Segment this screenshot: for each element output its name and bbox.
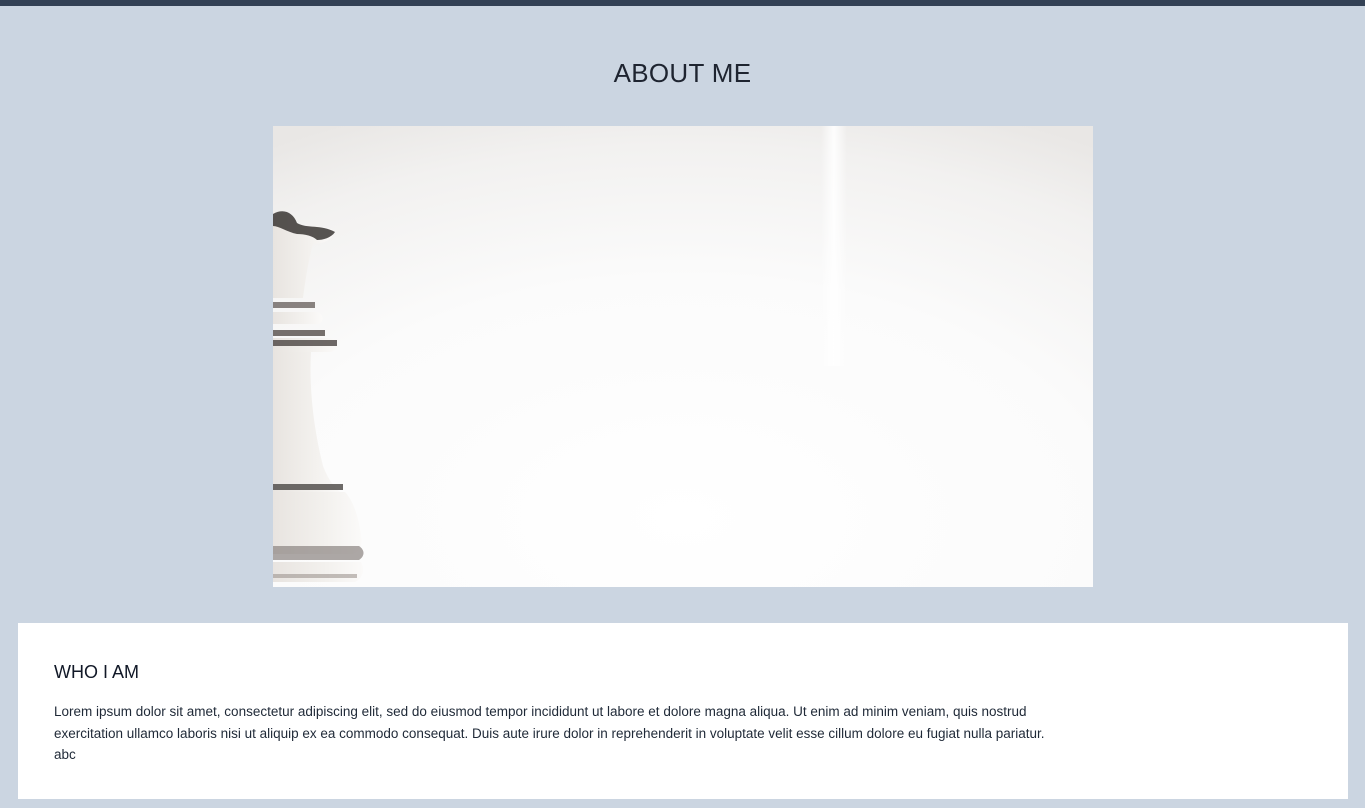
card-heading: WHO I AM xyxy=(54,662,139,682)
card-body-text: Lorem ipsum dolor sit amet, consectetur … xyxy=(54,704,1045,762)
page-title: ABOUT ME xyxy=(613,58,752,88)
chess-queen-photo xyxy=(273,126,1093,587)
about-card: WHO I AM Lorem ipsum dolor sit amet, con… xyxy=(18,623,1348,799)
top-bar xyxy=(0,0,1365,6)
hero-image xyxy=(273,126,1093,587)
